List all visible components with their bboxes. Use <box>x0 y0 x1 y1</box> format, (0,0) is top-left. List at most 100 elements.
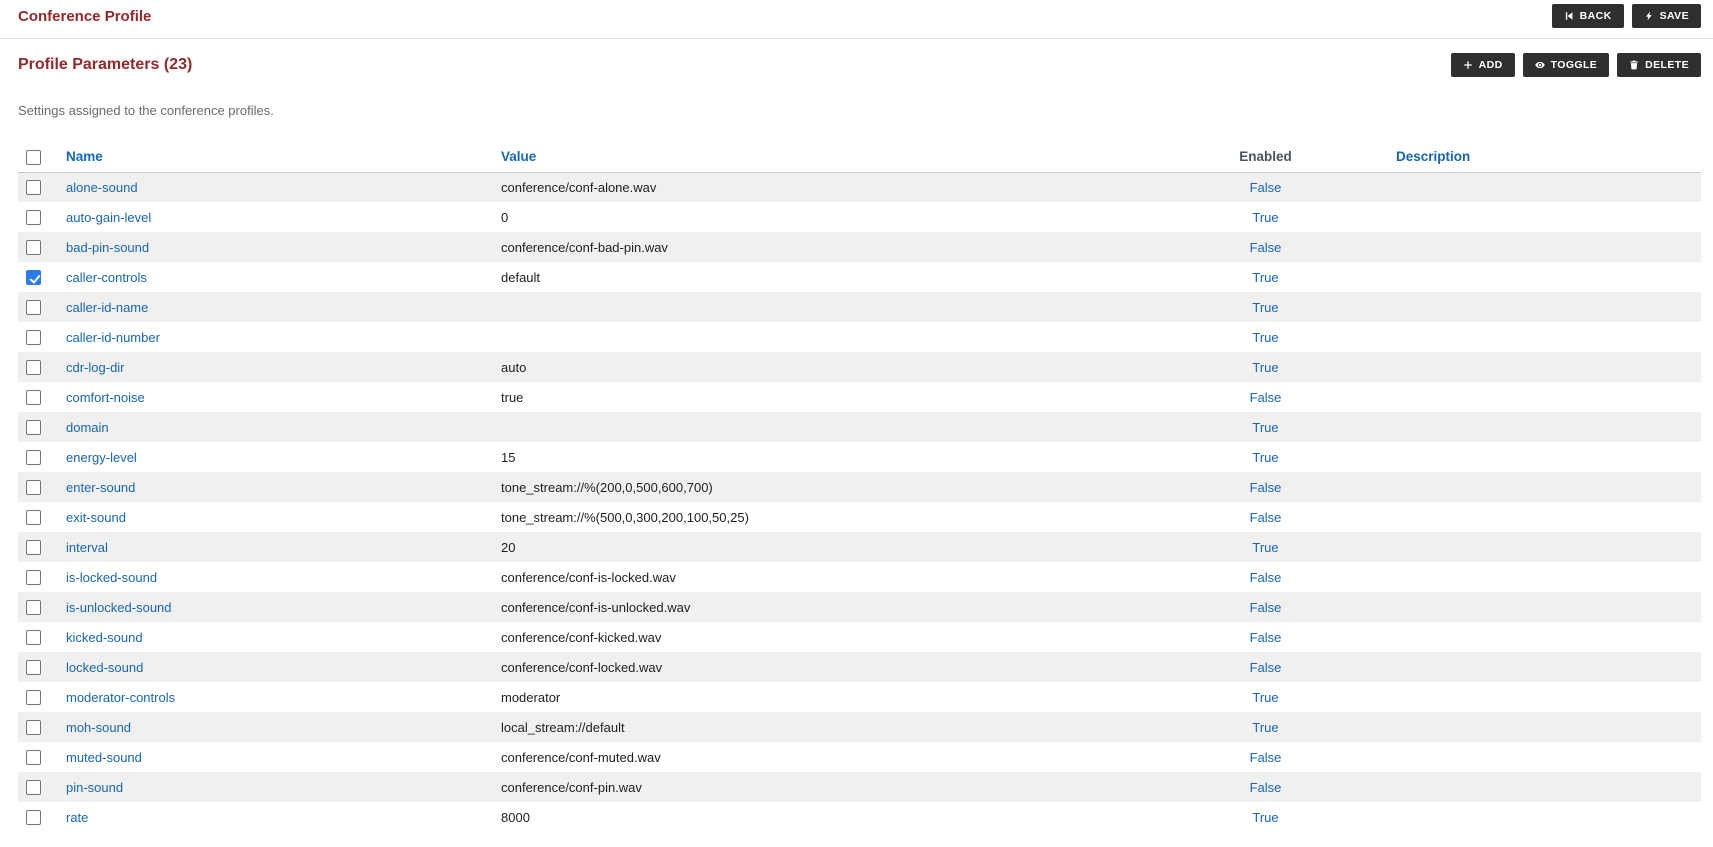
param-value: auto <box>493 352 1143 382</box>
param-name-link[interactable]: rate <box>66 810 88 825</box>
param-name-link[interactable]: locked-sound <box>66 660 143 675</box>
row-checkbox[interactable] <box>26 270 41 285</box>
param-enabled-link[interactable]: False <box>1250 570 1282 585</box>
param-enabled-link[interactable]: True <box>1252 300 1278 315</box>
param-enabled-link[interactable]: True <box>1252 450 1278 465</box>
param-enabled-link[interactable]: False <box>1250 630 1282 645</box>
row-checkbox[interactable] <box>26 600 41 615</box>
save-button[interactable]: SAVE <box>1632 4 1701 28</box>
param-value: default <box>493 262 1143 292</box>
param-name-link[interactable]: kicked-sound <box>66 630 143 645</box>
row-checkbox[interactable] <box>26 360 41 375</box>
back-button[interactable]: BACK <box>1552 4 1624 28</box>
param-name-link[interactable]: pin-sound <box>66 780 123 795</box>
param-name-link[interactable]: bad-pin-sound <box>66 240 149 255</box>
param-name-link[interactable]: caller-id-name <box>66 300 148 315</box>
table-row: pin-soundconference/conf-pin.wavFalse <box>18 772 1701 802</box>
row-checkbox[interactable] <box>26 720 41 735</box>
param-enabled-link[interactable]: True <box>1252 420 1278 435</box>
param-name-link[interactable]: comfort-noise <box>66 390 145 405</box>
row-checkbox[interactable] <box>26 240 41 255</box>
row-checkbox[interactable] <box>26 450 41 465</box>
param-enabled-link[interactable]: True <box>1252 690 1278 705</box>
param-name-link[interactable]: enter-sound <box>66 480 135 495</box>
table-row: kicked-soundconference/conf-kicked.wavFa… <box>18 622 1701 652</box>
row-checkbox[interactable] <box>26 390 41 405</box>
table-row: caller-id-name True <box>18 292 1701 322</box>
param-enabled-link[interactable]: True <box>1252 540 1278 555</box>
row-checkbox[interactable] <box>26 540 41 555</box>
row-checkbox[interactable] <box>26 630 41 645</box>
param-enabled-link[interactable]: False <box>1250 780 1282 795</box>
row-checkbox[interactable] <box>26 210 41 225</box>
param-enabled-link[interactable]: False <box>1250 750 1282 765</box>
param-value: local_stream://default <box>493 712 1143 742</box>
table-row: bad-pin-soundconference/conf-bad-pin.wav… <box>18 232 1701 262</box>
param-description <box>1388 502 1701 532</box>
row-checkbox[interactable] <box>26 180 41 195</box>
param-enabled-link[interactable]: False <box>1250 390 1282 405</box>
param-enabled-link[interactable]: False <box>1250 510 1282 525</box>
table-row: energy-level15True <box>18 442 1701 472</box>
column-header-description[interactable]: Description <box>1396 149 1470 164</box>
param-value: 0 <box>493 202 1143 232</box>
param-enabled-link[interactable]: True <box>1252 330 1278 345</box>
param-value: conference/conf-is-locked.wav <box>493 562 1143 592</box>
param-name-link[interactable]: muted-sound <box>66 750 142 765</box>
param-name-link[interactable]: moh-sound <box>66 720 131 735</box>
param-name-link[interactable]: domain <box>66 420 109 435</box>
param-name-link[interactable]: is-locked-sound <box>66 570 157 585</box>
add-button[interactable]: ADD <box>1451 53 1515 77</box>
select-all-checkbox[interactable] <box>26 150 41 165</box>
param-enabled-link[interactable]: True <box>1252 210 1278 225</box>
param-enabled-link[interactable]: False <box>1250 480 1282 495</box>
param-enabled-link[interactable]: False <box>1250 180 1282 195</box>
delete-button[interactable]: DELETE <box>1617 53 1701 77</box>
toggle-button[interactable]: TOGGLE <box>1523 53 1610 77</box>
row-checkbox[interactable] <box>26 300 41 315</box>
param-name-link[interactable]: caller-controls <box>66 270 147 285</box>
row-checkbox[interactable] <box>26 480 41 495</box>
column-header-name[interactable]: Name <box>66 149 103 164</box>
param-name-link[interactable]: energy-level <box>66 450 137 465</box>
param-enabled-link[interactable]: True <box>1252 270 1278 285</box>
param-name-link[interactable]: interval <box>66 540 108 555</box>
param-value: conference/conf-is-unlocked.wav <box>493 592 1143 622</box>
table-row: enter-sound tone_stream://%(200,0,500,600… <box>18 472 1701 502</box>
param-name-link[interactable]: cdr-log-dir <box>66 360 125 375</box>
row-checkbox[interactable] <box>26 780 41 795</box>
param-name-link[interactable]: caller-id-number <box>66 330 160 345</box>
row-checkbox[interactable] <box>26 570 41 585</box>
param-value: tone_stream://%(200,0,500,600,700) <box>493 472 1143 502</box>
param-name-link[interactable]: alone-sound <box>66 180 138 195</box>
param-enabled-link[interactable]: False <box>1250 600 1282 615</box>
param-value <box>493 292 1143 322</box>
param-enabled-link[interactable]: True <box>1252 720 1278 735</box>
param-description <box>1388 712 1701 742</box>
row-checkbox[interactable] <box>26 750 41 765</box>
param-description <box>1388 742 1701 772</box>
param-name-link[interactable]: is-unlocked-sound <box>66 600 172 615</box>
param-name-link[interactable]: exit-sound <box>66 510 126 525</box>
row-checkbox[interactable] <box>26 810 41 825</box>
row-checkbox[interactable] <box>26 690 41 705</box>
row-checkbox[interactable] <box>26 660 41 675</box>
top-bar-actions: BACK SAVE <box>1552 4 1701 28</box>
row-checkbox[interactable] <box>26 420 41 435</box>
table-row: moh-sound local_stream://default True <box>18 712 1701 742</box>
param-description <box>1388 592 1701 622</box>
table-row: exit-soundtone_stream://%(500,0,300,200,… <box>18 502 1701 532</box>
param-description <box>1388 622 1701 652</box>
param-enabled-link[interactable]: True <box>1252 810 1278 825</box>
row-checkbox[interactable] <box>26 330 41 345</box>
param-description <box>1388 172 1701 202</box>
param-value: moderator <box>493 682 1143 712</box>
param-name-link[interactable]: auto-gain-level <box>66 210 151 225</box>
column-header-value[interactable]: Value <box>501 149 536 164</box>
param-enabled-link[interactable]: False <box>1250 240 1282 255</box>
row-checkbox[interactable] <box>26 510 41 525</box>
table-row: is-locked-sound conference/conf-is-locked… <box>18 562 1701 592</box>
param-enabled-link[interactable]: False <box>1250 660 1282 675</box>
param-enabled-link[interactable]: True <box>1252 360 1278 375</box>
param-name-link[interactable]: moderator-controls <box>66 690 175 705</box>
